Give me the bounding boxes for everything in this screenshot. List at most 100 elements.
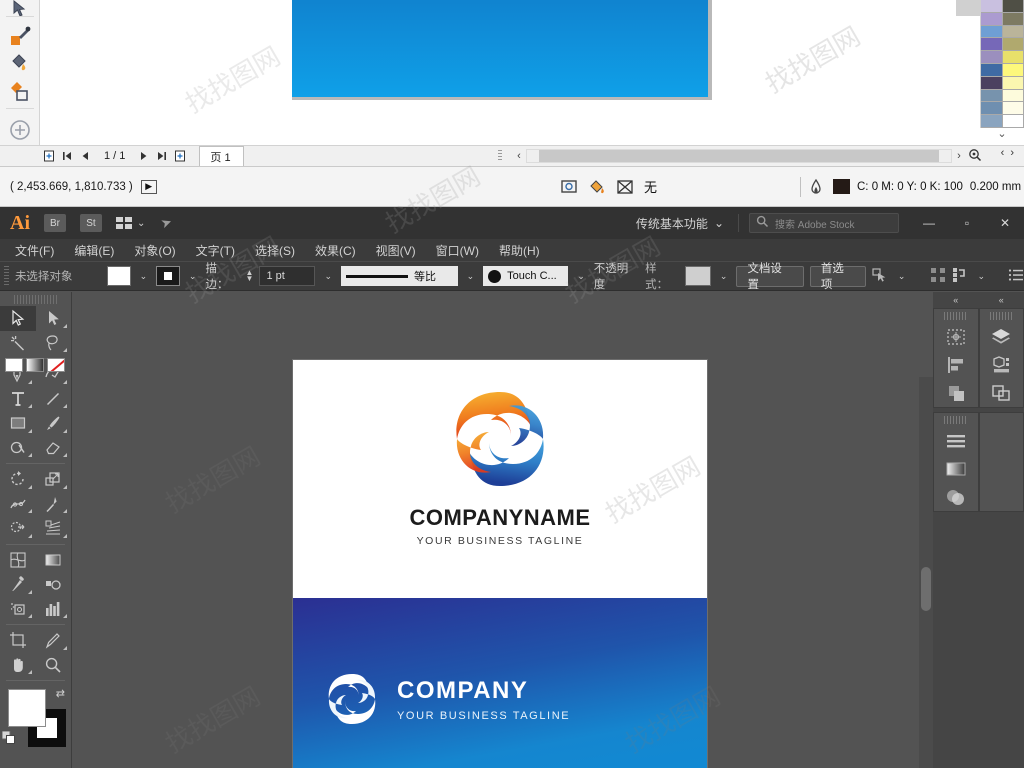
adobe-stock-search[interactable]: 搜索 Adobe Stock [749,213,899,233]
artboard[interactable]: COMPANYNAME YOUR BUSINESS TAGLINE COMPAN… [293,360,707,768]
panel-column-left[interactable] [933,308,979,408]
selection-tool[interactable] [0,306,36,331]
panel-icon-group-bottom[interactable] [933,412,1024,512]
panel-grip[interactable] [498,150,502,162]
tools-panel-grip[interactable] [14,295,57,304]
graphic-style-swatch[interactable] [685,266,711,286]
bridge-button[interactable]: Br [44,214,66,232]
fill-stroke-controls[interactable]: ⇄ [0,687,71,751]
stroke-weight-field[interactable]: 1 pt [259,266,316,286]
zoom-tool[interactable] [36,653,72,678]
transparency-panel-icon[interactable] [934,483,978,511]
menu-effect[interactable]: 效果(C) [306,240,365,261]
opacity-label[interactable]: 不透明度 [593,260,640,293]
right-panel-dock[interactable]: « « [933,292,1024,768]
rotate-tool[interactable] [0,467,36,492]
type-tool[interactable] [0,387,36,412]
panel-column-right[interactable] [978,308,1024,408]
collapse-left-icon[interactable]: « [933,292,979,308]
blend-tool[interactable] [36,572,72,597]
scroll-left-arrow[interactable]: ‹ [512,150,526,162]
arrange-documents-button[interactable]: ⌄ [116,217,145,229]
last-page-button[interactable] [153,147,171,165]
zoom-in-tool[interactable] [8,118,32,142]
preferences-button[interactable]: 首选项 [809,263,866,291]
color-mode-icon[interactable] [5,358,23,372]
panel-icon-group-top[interactable] [933,308,1024,408]
lasso-tool[interactable] [36,331,72,356]
distribute-chevron-icon[interactable]: ⌄ [974,271,988,282]
stroke-chevron-icon[interactable]: ⌄ [186,271,200,282]
fill-chevron-icon[interactable]: ⌄ [137,271,151,282]
close-button[interactable]: ✕ [986,208,1024,238]
slice-tool[interactable] [36,628,72,653]
background-app-toolbar[interactable] [0,0,40,145]
column-graph-tool[interactable] [36,597,72,622]
align-panel-icon[interactable] [934,351,978,379]
options-menu-icon[interactable] [1008,268,1024,285]
gradient-tool[interactable] [36,548,72,573]
menu-edit[interactable]: 编辑(E) [65,240,123,261]
menu-file[interactable]: 文件(F) [6,240,63,261]
eraser-tool[interactable] [36,436,72,461]
status-fill-controls[interactable]: 无 [560,177,657,196]
gradient-panel-icon[interactable] [934,455,978,483]
next-page-button[interactable] [135,147,153,165]
artboard-tool[interactable] [0,628,36,653]
stroke-panel-icon[interactable] [934,427,978,455]
view-nav-arrows[interactable]: ‹› [1001,147,1020,159]
width-tool[interactable] [0,492,36,517]
brush-definition-selector[interactable]: Touch C... [483,266,569,286]
menu-type[interactable]: 文字(T) [187,240,244,261]
panel-collapse-row[interactable]: « « [933,292,1024,308]
palette-gray-swatch[interactable] [956,0,980,16]
document-canvas[interactable]: COMPANYNAME YOUR BUSINESS TAGLINE COMPAN… [72,292,933,768]
color-mode-buttons[interactable] [5,358,65,372]
transform-panel-icon[interactable] [934,323,978,351]
first-page-button[interactable] [58,147,76,165]
menu-window[interactable]: 窗口(W) [427,240,488,261]
default-colors-icon[interactable] [1,730,16,745]
paintbucket-tool[interactable] [8,52,32,76]
rocket-icon[interactable]: ➤ [159,214,175,233]
fill-color-swatch[interactable] [106,266,131,286]
scale-tool[interactable] [36,467,72,492]
pathfinder-panel-icon[interactable] [934,379,978,407]
screen-icon[interactable] [560,178,578,196]
document-setup-button[interactable]: 文档设置 [736,263,804,291]
layers-panel-icon[interactable] [980,323,1024,351]
stroke-color-swatch[interactable] [156,266,180,286]
panel-column-left-2[interactable] [933,412,979,512]
no-fill-icon[interactable] [616,178,634,196]
eyedropper-tool[interactable] [8,24,32,48]
rectangle-tool[interactable] [0,411,36,436]
mesh-tool[interactable] [0,548,36,573]
menu-view[interactable]: 视图(V) [367,240,425,261]
color-palette-strip[interactable] [980,0,1024,128]
horizontal-scrollbar[interactable]: ‹ › [512,146,984,166]
menu-bar[interactable]: 文件(F) 编辑(E) 对象(O) 文字(T) 选择(S) 效果(C) 视图(V… [0,239,1024,261]
free-transform-tool[interactable] [36,492,72,517]
workspace-switcher[interactable]: 传统基本功能 ⌄ [636,215,724,232]
fill-bucket-icon[interactable] [588,178,606,196]
gradient-mode-icon[interactable] [26,358,44,372]
maximize-button[interactable]: ▫ [948,208,986,238]
artboards-panel-icon[interactable] [980,379,1024,407]
coordinates-expand-button[interactable]: ▶ [140,179,157,194]
zoom-icon[interactable] [966,148,984,165]
outline-pen-icon[interactable] [808,178,826,196]
libraries-panel-icon[interactable] [980,351,1024,379]
minimize-button[interactable]: — [910,208,948,238]
stroke-weight-label[interactable]: 描边： [205,260,240,293]
fill-color-box[interactable] [8,689,46,727]
perspective-grid-tool[interactable] [36,516,72,541]
menu-help[interactable]: 帮助(H) [490,240,549,261]
control-bar-grip[interactable] [4,266,9,286]
paintbrush-tool[interactable] [36,411,72,436]
window-buttons[interactable]: — ▫ ✕ [910,208,1024,238]
outline-color-swatch[interactable] [833,179,850,194]
move-tool[interactable] [8,0,32,22]
select-similar-chevron-icon[interactable]: ⌄ [895,271,909,282]
insert-page-after-icon[interactable] [171,147,189,165]
menu-select[interactable]: 选择(S) [246,240,304,261]
